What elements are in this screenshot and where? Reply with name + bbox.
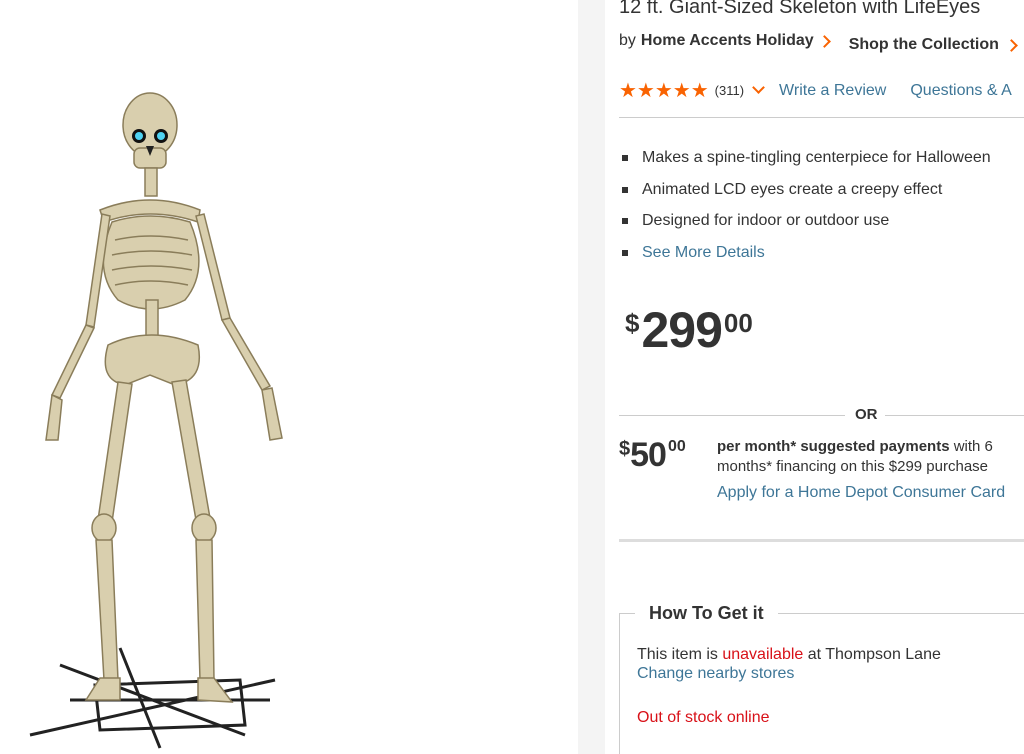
fulfillment-heading: How To Get it	[635, 603, 778, 624]
star-rating-icon[interactable]: ★★★★★	[619, 78, 709, 103]
highlights-list: Makes a spine-tingling centerpiece for H…	[619, 145, 991, 271]
shop-collection-link[interactable]: Shop the Collection	[849, 36, 999, 54]
apply-card-link[interactable]: Apply for a Home Depot Consumer Card	[717, 484, 1005, 502]
questions-answers-link[interactable]: Questions & A	[910, 82, 1011, 100]
monthly-price: $ 50 00	[619, 436, 686, 474]
or-separator: OR	[619, 406, 1024, 426]
online-stock-status: Out of stock online	[637, 709, 770, 726]
availability-suffix: at Thompson Lane	[803, 646, 941, 663]
product-image-pane[interactable]	[0, 0, 578, 754]
product-title: 12 ft. Giant-Sized Skeleton with LifeEye…	[619, 0, 981, 18]
price-cents: 00	[723, 308, 753, 338]
brand-link[interactable]: Home Accents Holiday	[641, 32, 814, 50]
write-review-link[interactable]: Write a Review	[779, 82, 886, 100]
by-label: by	[619, 32, 636, 49]
change-stores-link[interactable]: Change nearby stores	[637, 665, 794, 683]
chevron-right-icon	[1005, 38, 1018, 52]
monthly-dollars: 50	[630, 436, 667, 474]
financing-description: per month* suggested payments with 6 mon…	[717, 437, 993, 477]
divider	[885, 415, 1024, 416]
list-item: Designed for indoor or outdoor use	[619, 208, 991, 240]
monthly-currency: $	[619, 438, 631, 460]
availability-prefix: This item is	[637, 646, 723, 663]
availability-status: unavailable	[722, 646, 804, 663]
chevron-down-icon[interactable]	[752, 81, 765, 94]
product-price: $ 299 00	[625, 302, 753, 358]
rating-row: ★★★★★ (311) Write a Review Questions & A	[619, 78, 1012, 103]
column-gutter	[578, 0, 605, 754]
store-availability: This item is unavailable at Thompson Lan…	[637, 645, 941, 665]
product-info-pane: 12 ft. Giant-Sized Skeleton with LifeEye…	[605, 0, 1024, 754]
divider	[619, 415, 845, 416]
list-item: Makes a spine-tingling centerpiece for H…	[619, 145, 991, 177]
monthly-cents: 00	[667, 438, 686, 455]
price-currency: $	[625, 308, 640, 338]
price-dollars: 299	[641, 302, 722, 358]
brand-row: by Home Accents Holiday Shop the Collect…	[619, 32, 1024, 53]
financing-rest-text: with 6	[949, 438, 993, 455]
review-count[interactable]: (311)	[715, 83, 744, 98]
see-more-details-link[interactable]: See More Details	[619, 240, 991, 272]
financing-line2: months* financing on this $299 purchase	[717, 458, 989, 475]
fulfillment-box	[619, 613, 1024, 754]
or-label: OR	[855, 406, 878, 423]
product-page: 12 ft. Giant-Sized Skeleton with LifeEye…	[0, 0, 1024, 754]
divider	[619, 539, 1024, 542]
financing-bold-text: per month* suggested payments	[717, 438, 950, 455]
list-item: Animated LCD eyes create a creepy effect	[619, 177, 991, 209]
divider	[619, 117, 1024, 118]
skeleton-product-image[interactable]	[0, 0, 578, 754]
chevron-right-icon	[817, 34, 831, 48]
